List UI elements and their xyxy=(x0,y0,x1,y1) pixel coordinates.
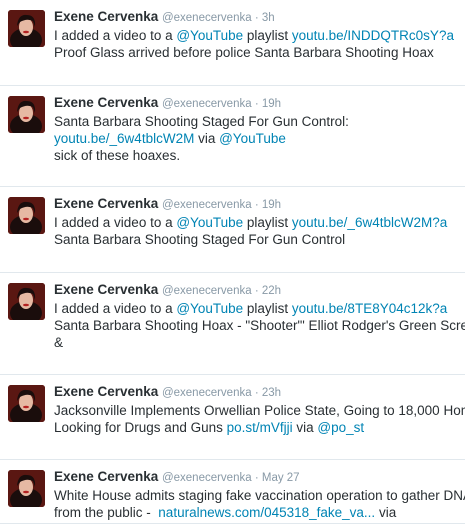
tweet-text-segment: playlist xyxy=(243,28,292,43)
tweet-text-segment: playlist xyxy=(243,301,292,316)
avatar[interactable] xyxy=(8,470,45,507)
tweet-text-line: Jacksonville Implements Orwellian Police… xyxy=(54,402,465,419)
tweet-header: Exene Cervenka @exenecervenka · 3h xyxy=(54,9,457,24)
tweet-text-line: Santa Barbara Shooting Hoax - "Shooter"'… xyxy=(54,317,465,334)
tweet-item: Exene Cervenka @exenecervenka · 3h I adde… xyxy=(0,0,465,86)
tweet-text: I added a video to a @YouTube playlist y… xyxy=(54,214,457,248)
tweet-item: Exene Cervenka @exenecervenka · 19h Santa… xyxy=(0,86,465,187)
tweet-header: Exene Cervenka @exenecervenka · 19h xyxy=(54,196,457,211)
tweet-text-line: sick of these hoaxes. xyxy=(54,147,457,164)
avatar-photo xyxy=(8,283,45,320)
tweet-link[interactable]: youtu.be/_6w4tblcW2M xyxy=(54,131,194,146)
tweet-text: Jacksonville Implements Orwellian Police… xyxy=(54,402,465,436)
tweet-link[interactable]: @YouTube xyxy=(176,215,243,230)
tweet-text-segment: I added a video to a xyxy=(54,215,177,230)
separator-dot: · xyxy=(251,199,262,211)
tweet-text-line: White House admits staging fake vaccinat… xyxy=(54,487,465,504)
avatar-photo xyxy=(8,10,45,47)
tweet-text-line: & xyxy=(54,334,457,351)
tweet-link[interactable]: @po_st xyxy=(317,420,364,435)
tweet-text-segment: from the public - xyxy=(54,505,159,520)
separator-dot: · xyxy=(251,472,262,484)
tweet-item: Exene Cervenka @exenecervenka · May 27 Wh… xyxy=(0,460,465,524)
tweet-text-segment: Santa Barbara Shooting Staged For Gun Co… xyxy=(54,232,346,247)
fullname[interactable]: Exene Cervenka xyxy=(54,196,158,211)
avatar-photo xyxy=(8,197,45,234)
avatar-photo xyxy=(8,385,45,422)
tweet-text-line: youtu.be/_6w4tblcW2M via @YouTube xyxy=(54,130,457,147)
tweet-text-segment: playlist xyxy=(243,215,292,230)
tweet-text: I added a video to a @YouTube playlist y… xyxy=(54,300,465,351)
separator-dot: · xyxy=(251,98,262,110)
username[interactable]: @exenecervenka xyxy=(162,472,252,484)
tweet-link[interactable]: po.st/mVfjji xyxy=(227,420,293,435)
avatar[interactable] xyxy=(8,96,45,133)
tweet-link[interactable]: @YouTube xyxy=(176,301,243,316)
tweet-link[interactable]: youtu.be/INDDQTRc0sY?a xyxy=(292,28,454,43)
tweet-text-segment: I added a video to a xyxy=(54,301,177,316)
timestamp[interactable]: 19h xyxy=(262,98,281,110)
tweet-text: Santa Barbara Shooting Staged For Gun Co… xyxy=(54,113,457,164)
timestamp[interactable]: 19h xyxy=(262,199,281,211)
fullname[interactable]: Exene Cervenka xyxy=(54,384,158,399)
timestamp[interactable]: 22h xyxy=(262,285,281,297)
tweet-text-line: Santa Barbara Shooting Staged For Gun Co… xyxy=(54,231,457,248)
avatar[interactable] xyxy=(8,197,45,234)
tweet-text-segment: via xyxy=(375,505,397,520)
timestamp[interactable]: 23h xyxy=(262,387,281,399)
tweet-text-segment: sick of these hoaxes. xyxy=(54,148,181,163)
fullname[interactable]: Exene Cervenka xyxy=(54,95,158,110)
tweet-header: Exene Cervenka @exenecervenka · May 27 xyxy=(54,469,457,484)
tweet-item: Exene Cervenka @exenecervenka · 22h I add… xyxy=(0,273,465,375)
separator-dot: · xyxy=(251,387,262,399)
tweet-item: Exene Cervenka @exenecervenka · 23h Jacks… xyxy=(0,375,465,460)
tweet-text-segment: via xyxy=(292,420,318,435)
tweet-text-line: I added a video to a @YouTube playlist y… xyxy=(54,214,457,231)
tweet-text-segment: Jacksonville Implements Orwellian Police… xyxy=(54,403,465,418)
tweet-text: White House admits staging fake vaccinat… xyxy=(54,487,465,521)
tweet-text-line: Santa Barbara Shooting Staged For Gun Co… xyxy=(54,113,457,130)
avatar[interactable] xyxy=(8,283,45,320)
tweet-link[interactable]: youtu.be/_6w4tblcW2M?a xyxy=(292,215,447,230)
fullname[interactable]: Exene Cervenka xyxy=(54,9,158,24)
tweet-header: Exene Cervenka @exenecervenka · 23h xyxy=(54,384,457,399)
tweet-text-segment: I added a video to a xyxy=(54,28,177,43)
tweet-text-segment: White House admits staging fake vaccinat… xyxy=(54,488,465,503)
tweet-text-segment: Santa Barbara Shooting Staged For Gun Co… xyxy=(54,114,349,129)
tweet-text-line: Looking for Drugs and Guns po.st/mVfjji … xyxy=(54,419,457,436)
timestamp[interactable]: 3h xyxy=(262,12,275,24)
tweet-text-segment: Looking for Drugs and Guns xyxy=(54,420,227,435)
tweet-link[interactable]: naturalnews.com/045318_fake_va... xyxy=(158,505,375,520)
tweet-text-segment: Santa Barbara Shooting Hoax - "Shooter"'… xyxy=(54,318,465,333)
tweet-link[interactable]: @YouTube xyxy=(219,131,286,146)
tweet-text-segment: via xyxy=(194,131,220,146)
tweet-item: Exene Cervenka @exenecervenka · 19h I add… xyxy=(0,187,465,273)
tweet-text-line: I added a video to a @YouTube playlist y… xyxy=(54,300,457,317)
tweet-header: Exene Cervenka @exenecervenka · 19h xyxy=(54,95,457,110)
timestamp[interactable]: May 27 xyxy=(262,472,300,484)
username[interactable]: @exenecervenka xyxy=(162,12,252,24)
avatar[interactable] xyxy=(8,10,45,47)
tweet-header: Exene Cervenka @exenecervenka · 22h xyxy=(54,282,457,297)
tweet-text-segment: & xyxy=(54,335,64,350)
avatar[interactable] xyxy=(8,385,45,422)
tweet-text-line: from the public - naturalnews.com/045318… xyxy=(54,504,457,521)
fullname[interactable]: Exene Cervenka xyxy=(54,469,158,484)
tweet-text-line: I added a video to a @YouTube playlist y… xyxy=(54,27,457,44)
username[interactable]: @exenecervenka xyxy=(162,387,252,399)
avatar-photo xyxy=(8,96,45,133)
tweet-link[interactable]: @YouTube xyxy=(176,28,243,43)
tweet-text-segment: Proof Glass arrived before police Santa … xyxy=(54,45,434,60)
username[interactable]: @exenecervenka xyxy=(162,98,252,110)
tweet-text-line: Proof Glass arrived before police Santa … xyxy=(54,44,457,61)
fullname[interactable]: Exene Cervenka xyxy=(54,282,158,297)
username[interactable]: @exenecervenka xyxy=(162,199,252,211)
tweet-timeline: Exene Cervenka @exenecervenka · 3h I adde… xyxy=(0,0,465,524)
avatar-photo xyxy=(8,470,45,507)
tweet-text: I added a video to a @YouTube playlist y… xyxy=(54,27,457,61)
username[interactable]: @exenecervenka xyxy=(162,285,252,297)
separator-dot: · xyxy=(251,285,262,297)
separator-dot: · xyxy=(251,12,262,24)
tweet-link[interactable]: youtu.be/8TE8Y04c12k?a xyxy=(292,301,447,316)
